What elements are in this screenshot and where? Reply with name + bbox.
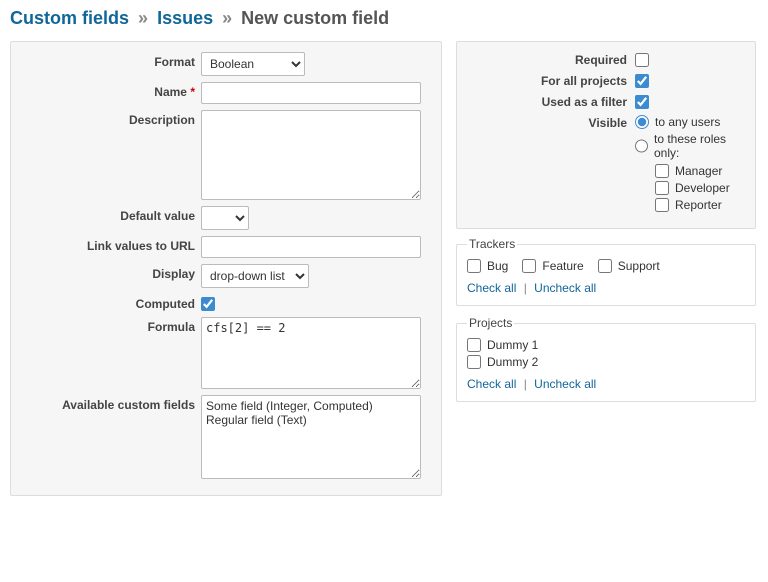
- available-fields-label: Available custom fields: [19, 395, 195, 412]
- default-value-select[interactable]: [201, 206, 249, 230]
- breadcrumb-root[interactable]: Custom fields: [10, 8, 129, 28]
- used-as-filter-checkbox[interactable]: [635, 95, 649, 109]
- format-select[interactable]: Boolean: [201, 52, 305, 76]
- default-value-label: Default value: [19, 206, 195, 223]
- required-marker: *: [190, 85, 195, 99]
- display-select[interactable]: drop-down list: [201, 264, 309, 288]
- name-field[interactable]: [201, 82, 421, 104]
- description-field[interactable]: [201, 110, 421, 200]
- name-label: Name *: [19, 82, 195, 99]
- trackers-uncheck-all-link[interactable]: Uncheck all: [534, 281, 596, 295]
- visible-label: Visible: [465, 115, 627, 130]
- right-panel: Required For all projects Used as a filt…: [456, 41, 756, 229]
- role-label: Reporter: [675, 198, 722, 212]
- project-checkbox[interactable]: [467, 355, 481, 369]
- tracker-bug-checkbox[interactable]: [467, 259, 481, 273]
- required-label: Required: [465, 52, 627, 67]
- tracker-label: Feature: [542, 259, 583, 273]
- project-label: Dummy 2: [487, 355, 538, 369]
- role-reporter-checkbox[interactable]: [655, 198, 669, 212]
- tracker-label: Support: [618, 259, 660, 273]
- format-label: Format: [19, 52, 195, 69]
- projects-fieldset: Projects Dummy 1 Dummy 2 Check all | Unc…: [456, 316, 756, 402]
- role-developer-checkbox[interactable]: [655, 181, 669, 195]
- projects-legend: Projects: [467, 316, 514, 330]
- breadcrumb-sep: »: [134, 8, 152, 28]
- trackers-legend: Trackers: [467, 237, 517, 251]
- tracker-support-checkbox[interactable]: [598, 259, 612, 273]
- all-projects-label: For all projects: [465, 73, 627, 88]
- projects-uncheck-all-link[interactable]: Uncheck all: [534, 377, 596, 391]
- breadcrumb-sep: »: [218, 8, 236, 28]
- description-label: Description: [19, 110, 195, 127]
- projects-check-all-link[interactable]: Check all: [467, 377, 516, 391]
- trackers-check-all-link[interactable]: Check all: [467, 281, 516, 295]
- computed-label: Computed: [19, 294, 195, 311]
- visible-roles-radio[interactable]: [635, 139, 648, 153]
- link-values-label: Link values to URL: [19, 236, 195, 253]
- role-label: Manager: [675, 164, 722, 178]
- role-label: Developer: [675, 181, 730, 195]
- left-panel: Format Boolean Name * Description Defaul…: [10, 41, 442, 496]
- trackers-fieldset: Trackers Bug Feature Support Check all |: [456, 237, 756, 306]
- display-label: Display: [19, 264, 195, 281]
- all-projects-checkbox[interactable]: [635, 74, 649, 88]
- link-values-field[interactable]: [201, 236, 421, 258]
- breadcrumb-current: New custom field: [241, 8, 389, 28]
- computed-checkbox[interactable]: [201, 297, 215, 311]
- required-checkbox[interactable]: [635, 53, 649, 67]
- formula-label: Formula: [19, 317, 195, 334]
- visible-any-text: to any users: [655, 115, 720, 129]
- role-manager-checkbox[interactable]: [655, 164, 669, 178]
- page-title: Custom fields » Issues » New custom fiel…: [10, 8, 758, 29]
- project-checkbox[interactable]: [467, 338, 481, 352]
- visible-any-radio[interactable]: [635, 115, 649, 129]
- used-as-filter-label: Used as a filter: [465, 94, 627, 109]
- project-label: Dummy 1: [487, 338, 538, 352]
- formula-field[interactable]: cfs[2] == 2: [201, 317, 421, 389]
- breadcrumb-mid[interactable]: Issues: [157, 8, 213, 28]
- tracker-feature-checkbox[interactable]: [522, 259, 536, 273]
- visible-roles-text: to these roles only:: [654, 132, 747, 160]
- tracker-label: Bug: [487, 259, 508, 273]
- available-fields-field[interactable]: Some field (Integer, Computed) Regular f…: [201, 395, 421, 479]
